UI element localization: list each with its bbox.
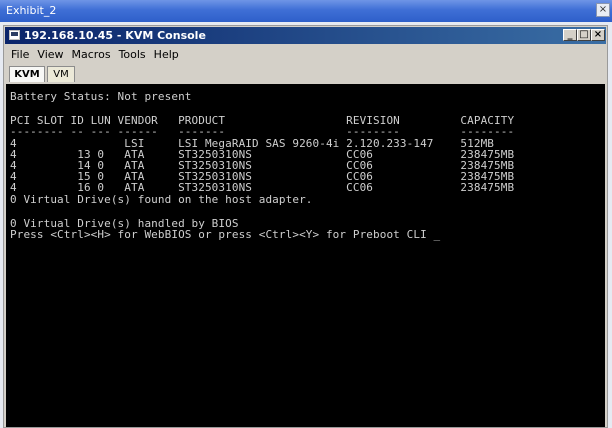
menu-macros[interactable]: Macros [68,46,115,63]
close-icon: × [593,29,603,40]
tab-vm[interactable]: VM [47,66,75,82]
console-screen[interactable]: Battery Status: Not present PCI SLOT ID … [6,84,605,427]
console-line-battery-status: Battery Status: Not present [10,90,192,103]
maximize-button[interactable]: □ [577,29,591,41]
menu-bar: File View Macros Tools Help [5,46,606,63]
console-app-icon [9,30,20,40]
window-title: 192.168.10.45 - KVM Console [24,29,206,42]
menu-tools[interactable]: Tools [115,46,150,63]
maximize-icon: □ [579,29,589,40]
outer-window-title: Exhibit_2 [6,4,57,17]
window-titlebar: 192.168.10.45 - KVM Console _ □ × [5,27,606,44]
outer-window-titlebar: Exhibit_2 × [0,0,612,22]
menu-help[interactable]: Help [150,46,183,63]
outer-close-button[interactable]: × [596,3,610,17]
close-icon: × [598,4,608,15]
close-button[interactable]: × [591,29,605,41]
minimize-icon: _ [567,29,573,40]
menu-file[interactable]: File [5,46,33,63]
minimize-button[interactable]: _ [563,29,577,41]
kvm-console-window: 192.168.10.45 - KVM Console _ □ × File Vi… [3,25,608,428]
console-line-prompt: Press <Ctrl><H> for WebBIOS or press <Ct… [10,228,441,241]
menu-view[interactable]: View [33,46,67,63]
tab-kvm[interactable]: KVM [9,66,45,82]
console-line-virtual-drives-found: 0 Virtual Drive(s) found on the host ada… [10,193,313,206]
